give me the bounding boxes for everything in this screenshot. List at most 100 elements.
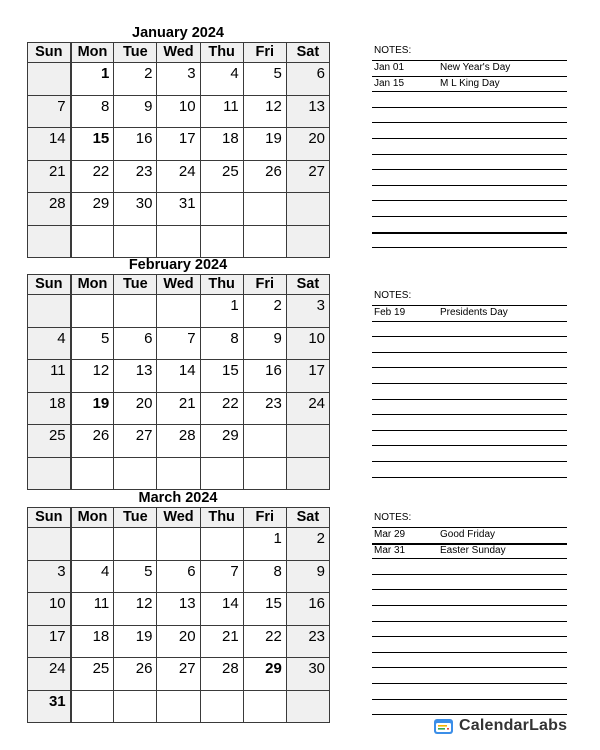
- week-row: 123456: [26, 62, 331, 96]
- empty-day-cell: [199, 527, 244, 561]
- note-date: Mar 31: [374, 544, 406, 556]
- note-line[interactable]: [372, 651, 567, 653]
- day-cell: 20: [285, 127, 331, 161]
- note-line[interactable]: [372, 216, 567, 217]
- note-date: Feb 19: [374, 307, 406, 318]
- note-line[interactable]: [372, 138, 567, 139]
- day-cell: 14: [156, 359, 201, 393]
- empty-day-cell: [113, 456, 158, 490]
- note-line[interactable]: [372, 589, 567, 591]
- month-grid: Sun Mon Tue Wed Thu Fri Sat 1 2 3 4 5 6 7 8 9 10 11 12 13 14…: [26, 42, 331, 258]
- note-line[interactable]: [372, 445, 567, 447]
- note-line[interactable]: [372, 667, 567, 669]
- empty-day-cell: [285, 689, 331, 723]
- note-line[interactable]: [372, 429, 567, 431]
- month-title: February 2024: [128, 257, 228, 273]
- empty-day-cell: [70, 689, 115, 723]
- note-line[interactable]: [372, 75, 567, 77]
- day-cell: 5: [113, 559, 158, 593]
- note-line[interactable]: [372, 414, 567, 416]
- note-line[interactable]: [372, 573, 567, 575]
- weekday-header: Mon: [70, 42, 115, 63]
- note-text: Easter Sunday: [440, 544, 506, 556]
- note-line[interactable]: [372, 153, 567, 155]
- day-cell: 27: [113, 424, 158, 458]
- day-cell: 10: [285, 326, 331, 360]
- day-cell-holiday: 29: [242, 657, 287, 691]
- day-cell: 19: [113, 624, 158, 658]
- day-cell: 16: [242, 359, 287, 393]
- note-line[interactable]: [372, 367, 567, 369]
- day-cell: 7: [156, 326, 201, 360]
- note-line[interactable]: [372, 698, 567, 700]
- empty-day-cell: [26, 456, 72, 490]
- note-line[interactable]: [372, 122, 567, 124]
- note-line[interactable]: [372, 231, 567, 234]
- day-cell: 1: [242, 527, 287, 561]
- note-line[interactable]: [372, 683, 567, 684]
- note-line[interactable]: [372, 527, 567, 528]
- weekday-header: Sat: [285, 274, 331, 295]
- note-line[interactable]: [372, 336, 567, 338]
- note-line[interactable]: [372, 398, 567, 400]
- day-cell: 20: [156, 624, 201, 658]
- note-line[interactable]: [372, 60, 567, 61]
- weekday-header: Tue: [113, 274, 158, 295]
- note-line[interactable]: [372, 636, 567, 638]
- note-line[interactable]: [372, 184, 567, 186]
- note-line[interactable]: [372, 620, 567, 622]
- empty-day-cell: [199, 689, 244, 723]
- note-line[interactable]: [372, 476, 567, 478]
- weekday-header: Fri: [242, 507, 287, 528]
- day-cell-holiday: 31: [26, 689, 72, 723]
- day-cell: 5: [70, 326, 115, 360]
- note-line[interactable]: [372, 106, 567, 108]
- day-cell: 23: [113, 159, 158, 193]
- day-cell: 24: [26, 657, 72, 691]
- empty-day-cell: [70, 294, 115, 328]
- day-cell: 24: [156, 159, 201, 193]
- empty-day-cell: [156, 689, 201, 723]
- day-cell: 3: [285, 294, 331, 328]
- day-cell: 25: [199, 159, 244, 193]
- note-line[interactable]: [372, 320, 567, 322]
- day-cell: 30: [285, 657, 331, 691]
- week-row: 4 5 6 7 8 9 10: [26, 326, 331, 360]
- weekday-header: Sat: [285, 42, 331, 63]
- weekday-header: Sun: [26, 42, 72, 63]
- week-row: 18 19 20 21 22 23 24: [26, 391, 331, 425]
- note-line[interactable]: [372, 305, 567, 306]
- note-line[interactable]: [372, 169, 567, 171]
- note-line[interactable]: [372, 200, 567, 202]
- weekday-header: Mon: [70, 507, 115, 528]
- note-line[interactable]: [372, 461, 567, 462]
- day-cell: 3: [156, 62, 201, 96]
- note-line[interactable]: [372, 383, 567, 384]
- note-line[interactable]: [372, 605, 567, 606]
- note-line[interactable]: [372, 91, 567, 93]
- day-cell: 27: [285, 159, 331, 193]
- week-row: 3456789: [26, 559, 331, 593]
- day-cell: 22: [70, 159, 115, 193]
- day-cell: 22: [199, 391, 244, 425]
- day-cell: 21: [199, 624, 244, 658]
- day-cell: 13: [113, 359, 158, 393]
- weekday-header: Thu: [199, 274, 244, 295]
- note-text: Good Friday: [440, 529, 496, 540]
- empty-day-cell: [242, 424, 287, 458]
- note-line[interactable]: [372, 351, 567, 353]
- note-line[interactable]: [372, 558, 567, 560]
- day-cell: 21: [26, 159, 72, 193]
- notes-label: NOTES:: [374, 290, 412, 301]
- day-cell: 14: [199, 592, 244, 626]
- empty-day-cell: [70, 456, 115, 490]
- week-row: 123: [26, 294, 331, 328]
- empty-day-cell: [70, 527, 115, 561]
- empty-day-cell: [285, 456, 331, 490]
- note-line[interactable]: [372, 247, 567, 249]
- day-cell: 7: [26, 94, 72, 128]
- week-row: 28 29 30 31: [26, 192, 331, 226]
- day-cell: 5: [242, 62, 287, 96]
- day-cell: 25: [70, 657, 115, 691]
- calendarlabs-logo: CalendarLabs: [433, 716, 567, 736]
